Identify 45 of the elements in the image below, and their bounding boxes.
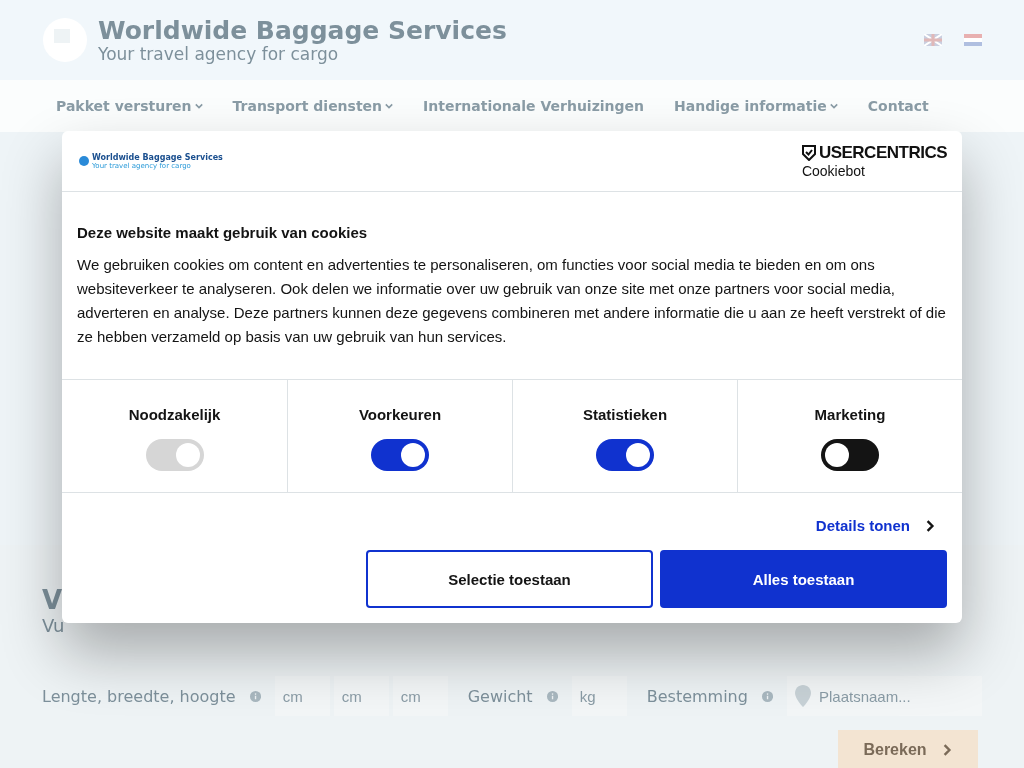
dialog-title: Deze website maakt gebruik van cookies xyxy=(77,224,369,241)
info-icon[interactable] xyxy=(546,688,558,704)
info-icon[interactable] xyxy=(761,688,773,704)
chevron-down-icon xyxy=(385,102,394,110)
shield-check-icon xyxy=(801,145,816,161)
category-label: Voorkeuren xyxy=(358,406,442,423)
destination-label: Bestemming xyxy=(646,686,748,706)
union-jack-flag-icon[interactable] xyxy=(924,34,942,46)
weight-input[interactable]: kg xyxy=(571,676,627,716)
info-icon[interactable] xyxy=(249,688,261,704)
globe-logo-icon xyxy=(79,156,89,166)
chevron-down-icon xyxy=(829,102,838,110)
nav-link[interactable]: Contact xyxy=(867,98,929,114)
hero-title: V xyxy=(42,585,64,615)
allow-all-button[interactable]: Alles toestaan xyxy=(660,550,947,608)
nav-link[interactable]: Transport diensten xyxy=(232,98,394,114)
weight-label: Gewicht xyxy=(467,686,533,706)
dialog-text: We gebruiken cookies om content en advertenties te personaliseren, om functies voor social media te bieden en om ons websiteverkeer te analyseren. Ook delen we informatie over uw gebruik van onze site met onze partners voor social media, adverteren en analyse. Deze partners kunnen deze gegevens combineren met andere informatie die u aan ze heeft verstrekt of die ze hebben verzameld op basis van uw gebruik van hun services. xyxy=(77,255,947,347)
category-label: Statistieken xyxy=(582,406,668,423)
toggle-switch[interactable] xyxy=(371,439,429,471)
size-label: Lengte, breedte, hoogte xyxy=(42,686,236,706)
brand-tagline: Your travel agency for cargo xyxy=(98,45,340,63)
provider-product: Cookiebot xyxy=(801,163,866,179)
toggle-switch[interactable] xyxy=(821,439,879,471)
destination-input[interactable]: Plaatsnaam... xyxy=(787,676,982,716)
nav-link[interactable]: Internationale Verhuizingen xyxy=(423,98,645,114)
category-label: Marketing xyxy=(814,406,886,423)
details-link[interactable]: Details tonen xyxy=(815,517,936,534)
tricolour-flag-icon[interactable] xyxy=(964,34,982,46)
brand-name: Worldwide Baggage Services xyxy=(98,17,508,45)
chevron-down-icon xyxy=(194,102,203,110)
provider-name: USERCENTRICS xyxy=(818,143,947,163)
dimension-input[interactable]: cm xyxy=(274,676,330,716)
category-label: Noodzakelijk xyxy=(128,406,221,423)
nav-link[interactable]: Pakket versturen xyxy=(56,98,203,114)
calculate-button[interactable]: Bereken xyxy=(838,730,978,768)
allow-selection-button[interactable]: Selectie toestaan xyxy=(366,550,653,608)
dimension-input[interactable]: cm xyxy=(392,676,448,716)
dimension-input[interactable]: cm xyxy=(333,676,389,716)
nav-link[interactable]: Handige informatie xyxy=(674,98,838,114)
logo-brand: Worldwide Baggage Services xyxy=(92,152,223,162)
hero-subtitle: Vu xyxy=(42,615,66,636)
map-pin-icon xyxy=(795,685,811,707)
toggle-switch[interactable] xyxy=(596,439,654,471)
chevron-right-icon xyxy=(924,519,936,532)
